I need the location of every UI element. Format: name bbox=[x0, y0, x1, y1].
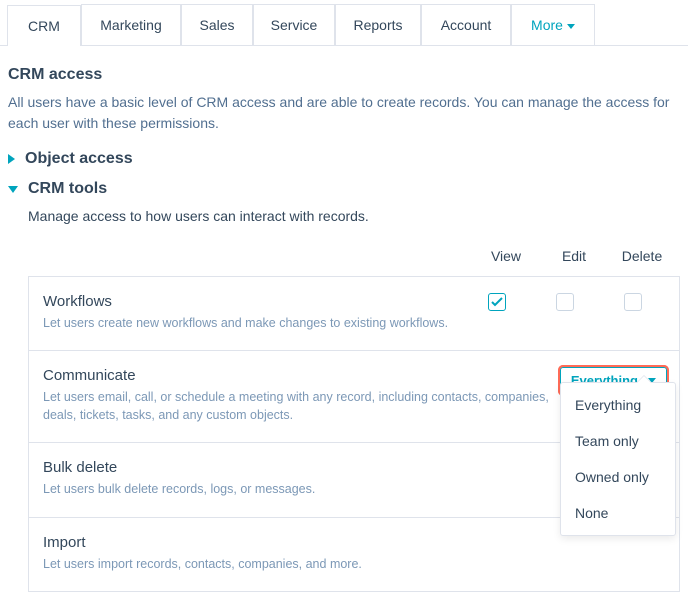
row-title: Import bbox=[43, 534, 667, 551]
tab-label: CRM bbox=[28, 18, 60, 34]
permissions-table: View Edit Delete Workflows Let users cre… bbox=[0, 242, 688, 592]
tab-label: Reports bbox=[353, 17, 402, 33]
row-subtitle: Let users create new workflows and make … bbox=[43, 314, 455, 332]
col-edit: Edit bbox=[540, 248, 608, 264]
chevron-down-icon bbox=[567, 24, 575, 29]
tab-more[interactable]: More bbox=[511, 4, 595, 45]
row-subtitle: Let users import records, contacts, comp… bbox=[43, 555, 667, 573]
checkbox-workflows-delete[interactable] bbox=[624, 293, 642, 311]
tab-account[interactable]: Account bbox=[421, 4, 511, 45]
checkbox-workflows-edit[interactable] bbox=[556, 293, 574, 311]
object-access-title: Object access bbox=[25, 150, 133, 168]
option-team-only[interactable]: Team only bbox=[561, 423, 675, 459]
checkbox-workflows-view[interactable] bbox=[488, 293, 506, 311]
crm-tools-title: CRM tools bbox=[28, 180, 107, 198]
crm-access-title: CRM access bbox=[8, 66, 680, 84]
tab-label: Service bbox=[271, 17, 318, 33]
chevron-right-icon bbox=[8, 154, 15, 164]
tab-label: Sales bbox=[199, 17, 234, 33]
crm-access-section: CRM access All users have a basic level … bbox=[0, 46, 688, 144]
tab-sales[interactable]: Sales bbox=[181, 4, 253, 45]
tab-label: Marketing bbox=[100, 17, 161, 33]
tab-label: More bbox=[531, 17, 563, 33]
crm-access-desc: All users have a basic level of CRM acce… bbox=[8, 92, 680, 134]
row-title: Communicate bbox=[43, 367, 552, 384]
tab-label: Account bbox=[441, 17, 492, 33]
object-access-expander[interactable]: Object access bbox=[0, 144, 688, 174]
option-owned-only[interactable]: Owned only bbox=[561, 459, 675, 495]
tab-reports[interactable]: Reports bbox=[335, 4, 421, 45]
dropdown-menu: Everything Team only Owned only None bbox=[560, 382, 676, 536]
chevron-down-icon bbox=[8, 186, 18, 193]
row-subtitle: Let users email, call, or schedule a mee… bbox=[43, 388, 552, 424]
tab-marketing[interactable]: Marketing bbox=[81, 4, 181, 45]
crm-tools-desc: Manage access to how users can interact … bbox=[0, 204, 688, 242]
tab-crm[interactable]: CRM bbox=[7, 5, 81, 46]
col-view: View bbox=[472, 248, 540, 264]
table-header: View Edit Delete bbox=[28, 242, 680, 276]
row-title: Workflows bbox=[43, 293, 455, 310]
tabs: CRM Marketing Sales Service Reports Acco… bbox=[0, 0, 688, 46]
col-delete: Delete bbox=[608, 248, 676, 264]
option-everything[interactable]: Everything bbox=[561, 387, 675, 423]
row-workflows: Workflows Let users create new workflows… bbox=[29, 277, 679, 351]
tab-service[interactable]: Service bbox=[253, 4, 335, 45]
crm-tools-expander[interactable]: CRM tools bbox=[0, 174, 688, 204]
option-none[interactable]: None bbox=[561, 495, 675, 531]
